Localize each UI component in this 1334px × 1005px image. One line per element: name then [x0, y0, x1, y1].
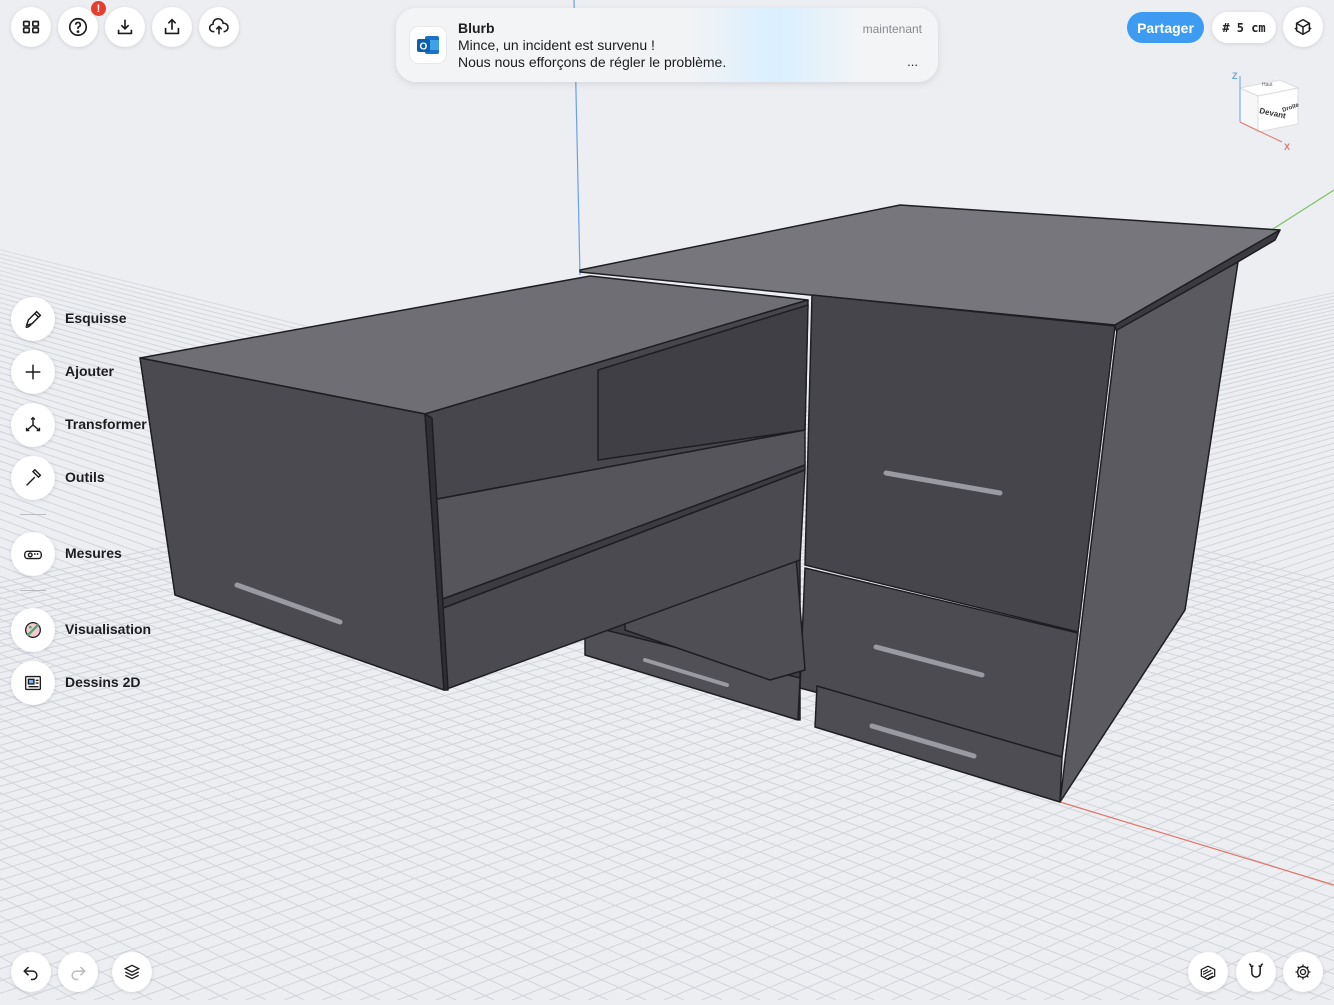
sidebar-item-label: Mesures [65, 545, 122, 561]
view-cube[interactable]: Devant Droite Haut Z X [1228, 66, 1308, 152]
scene-canvas[interactable] [0, 0, 1334, 1001]
settings-icon [1295, 964, 1311, 980]
snap-magnet-button[interactable] [1236, 952, 1276, 992]
layers-button[interactable] [112, 952, 152, 992]
help-button[interactable]: ! [58, 1, 106, 47]
sketch-button[interactable] [11, 297, 55, 341]
view-cube-top-label: Haut [1262, 82, 1273, 88]
sidebar-item-label: Dessins 2D [65, 674, 141, 690]
help-badge: ! [91, 1, 106, 16]
sidebar-item-measures[interactable]: Mesures [11, 532, 161, 576]
upload-button[interactable] [152, 7, 192, 47]
notification-app-name: Blurb [458, 20, 495, 36]
svg-text:O: O [420, 42, 428, 53]
transform-button[interactable] [11, 403, 55, 447]
settings-button[interactable] [1283, 952, 1323, 992]
help-icon [68, 17, 88, 37]
share-button[interactable]: Partager [1127, 12, 1204, 43]
notification-more[interactable]: ... [907, 54, 918, 69]
notification-banner[interactable]: O Blurb maintenant Mince, un incident es… [396, 8, 938, 82]
section-icon [1200, 965, 1216, 981]
grid-size-button[interactable]: # 5 cm [1212, 12, 1276, 43]
notification-body: Nous nous efforçons de régler le problèm… [458, 54, 727, 70]
sidebar-item-label: Transformer [65, 416, 147, 432]
layers-icon [123, 964, 141, 980]
view-cube-x-label: X [1284, 142, 1290, 152]
sidebar-item-label: Visualisation [65, 621, 152, 637]
3d-viewport[interactable] [0, 0, 1334, 1001]
tape-measure-icon [24, 550, 42, 560]
palette-icon [25, 622, 41, 638]
sidebar-item-add[interactable]: Ajouter [11, 350, 161, 394]
download-icon [117, 19, 133, 35]
view-options-button[interactable] [1283, 7, 1323, 47]
transform-icon [25, 416, 41, 432]
notification-title: Mince, un incident est survenu ! [458, 37, 655, 53]
add-button[interactable] [11, 350, 55, 394]
grid-button[interactable] [11, 7, 51, 47]
hammer-icon [26, 468, 42, 486]
cloud-upload-button[interactable] [199, 7, 239, 47]
2d-drawings-button[interactable] [11, 661, 55, 705]
view-cube-z-label: Z [1232, 71, 1238, 81]
redo-icon [71, 966, 86, 981]
cloud-upload-icon [208, 17, 229, 35]
tools-button[interactable] [11, 456, 55, 500]
snap-magnet-icon [1248, 963, 1264, 978]
view-cube-side [1239, 87, 1259, 133]
visualization-button[interactable] [11, 608, 55, 652]
measures-button[interactable] [11, 532, 55, 576]
section-button[interactable] [1188, 952, 1228, 992]
sidebar-item-2d-drawings[interactable]: Dessins 2D [11, 661, 161, 705]
sidebar-item-label: Outils [65, 469, 105, 485]
outlook-icon: O [410, 27, 446, 63]
view-options-icon [1294, 18, 1312, 36]
pencil-icon [25, 310, 42, 328]
undo-icon [23, 966, 38, 981]
sidebar-item-tools[interactable]: Outils [11, 456, 161, 500]
upload-icon [164, 18, 180, 35]
sidebar-divider [20, 514, 46, 515]
plus-icon [25, 364, 41, 380]
undo-button[interactable] [11, 952, 51, 992]
sidebar-divider [20, 590, 46, 591]
redo-button[interactable] [58, 952, 98, 992]
sidebar-item-label: Esquisse [65, 310, 127, 326]
grid-icon [22, 20, 40, 34]
download-button[interactable] [105, 7, 145, 47]
blueprint-icon [24, 675, 42, 691]
sidebar-item-transform[interactable]: Transformer [11, 403, 161, 447]
notification-time: maintenant [862, 22, 922, 36]
sidebar-item-label: Ajouter [65, 363, 114, 379]
sidebar-item-visualization[interactable]: Visualisation [11, 608, 161, 652]
sidebar-item-sketch[interactable]: Esquisse [11, 297, 161, 341]
